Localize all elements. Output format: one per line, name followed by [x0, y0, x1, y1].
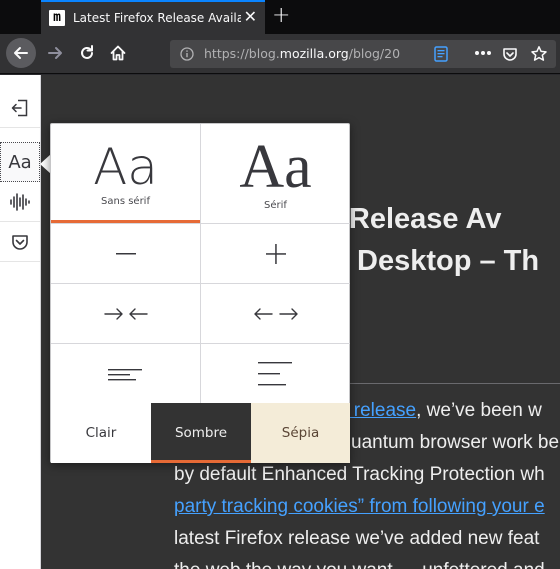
minus-icon: [115, 252, 136, 254]
theme-light-button[interactable]: Clair: [51, 403, 151, 463]
sans-serif-label: Sans sérif: [101, 196, 150, 207]
reader-toolbar: Aa: [0, 75, 41, 569]
browser-window: m Latest Firefox Release Availab ✕ + htt…: [0, 0, 560, 569]
tab-title: Latest Firefox Release Availab: [73, 11, 241, 25]
release-link[interactable]: x release: [339, 400, 416, 421]
type-controls-icon: Aa: [8, 151, 32, 173]
narrate-button[interactable]: [0, 182, 40, 222]
decrease-font-size-button[interactable]: [51, 223, 201, 283]
article-para-line5: latest Firefox release we’ve added new f…: [174, 528, 540, 549]
url-domain: mozilla.org: [279, 46, 349, 61]
url-prefix: https://blog.: [204, 46, 280, 61]
theme-dark-label: Sombre: [174, 425, 228, 441]
reload-icon: [81, 45, 93, 59]
close-reader-button[interactable]: [0, 88, 40, 128]
url-path: /blog/2019/: [348, 46, 400, 61]
sans-serif-sample: Aa: [93, 138, 158, 196]
pocket-icon: [12, 234, 28, 250]
plus-icon: [265, 243, 286, 264]
save-to-pocket-button[interactable]: [0, 222, 40, 262]
close-tab-icon[interactable]: ✕: [244, 9, 257, 25]
navigation-bar: https://blog.mozilla.org/blog/2019/: [0, 34, 560, 98]
page-actions-icon[interactable]: [474, 50, 492, 56]
font-settings-button[interactable]: Aa: [0, 142, 40, 182]
url-bar[interactable]: https://blog.mozilla.org/blog/2019/: [170, 40, 556, 68]
line-height-smaller-icon: [107, 368, 142, 380]
increase-content-width-button[interactable]: [201, 283, 350, 343]
article-para-line3: by default Enhanced Tracking Protection …: [174, 464, 545, 485]
exit-reader-icon: [11, 99, 28, 116]
increase-font-size-button[interactable]: [201, 223, 350, 283]
url-text: https://blog.mozilla.org/blog/2019/: [204, 46, 400, 61]
serif-label: Sérif: [264, 200, 287, 211]
reader-view-icon[interactable]: [434, 46, 448, 62]
content-wider-icon: [253, 307, 298, 320]
decrease-line-height-button[interactable]: [51, 343, 201, 403]
bookmark-star-icon[interactable]: [530, 45, 548, 63]
article-para-line6: the web the way you want — unfettered an…: [174, 560, 545, 569]
type-controls-popup: Aa Sans sérif Aa Sérif Clair Sombre Sépi…: [50, 123, 350, 463]
para-text: , we’ve been w: [416, 400, 542, 421]
back-arrow-icon: [14, 47, 28, 59]
tracking-cookies-link[interactable]: party tracking cookies” from following y…: [174, 496, 545, 517]
home-icon: [110, 45, 126, 61]
article-para-line1: x release, we’ve been w: [339, 400, 542, 422]
content-narrower-icon: [103, 307, 148, 320]
decrease-content-width-button[interactable]: [51, 283, 201, 343]
theme-sepia-button[interactable]: Sépia: [251, 403, 350, 463]
new-tab-button[interactable]: +: [272, 5, 290, 27]
article-para-line2: uantum browser work be: [351, 432, 560, 453]
forward-arrow-icon: [48, 47, 62, 59]
increase-line-height-button[interactable]: [201, 343, 350, 403]
home-button[interactable]: [103, 38, 133, 68]
tab-active[interactable]: m Latest Firefox Release Availab ✕: [41, 0, 265, 34]
forward-button[interactable]: [40, 38, 70, 68]
narrate-icon: [10, 192, 30, 211]
back-button[interactable]: [6, 38, 36, 68]
info-icon[interactable]: [180, 47, 194, 61]
article-para-line4: party tracking cookies” from following y…: [174, 496, 545, 518]
pocket-icon[interactable]: [502, 46, 518, 62]
theme-dark-button[interactable]: Sombre: [151, 403, 251, 463]
mozilla-favicon-icon: m: [49, 10, 65, 26]
reload-button[interactable]: [72, 38, 102, 68]
tab-strip: m Latest Firefox Release Availab ✕ +: [0, 0, 560, 34]
selected-theme-indicator: [151, 460, 251, 463]
article-headline-line2: Desktop – Th: [357, 245, 540, 277]
font-serif-button[interactable]: Aa Sérif: [201, 124, 350, 223]
serif-sample: Aa: [239, 133, 312, 201]
line-height-larger-icon: [257, 361, 292, 385]
font-sans-serif-button[interactable]: Aa Sans sérif: [51, 124, 201, 223]
